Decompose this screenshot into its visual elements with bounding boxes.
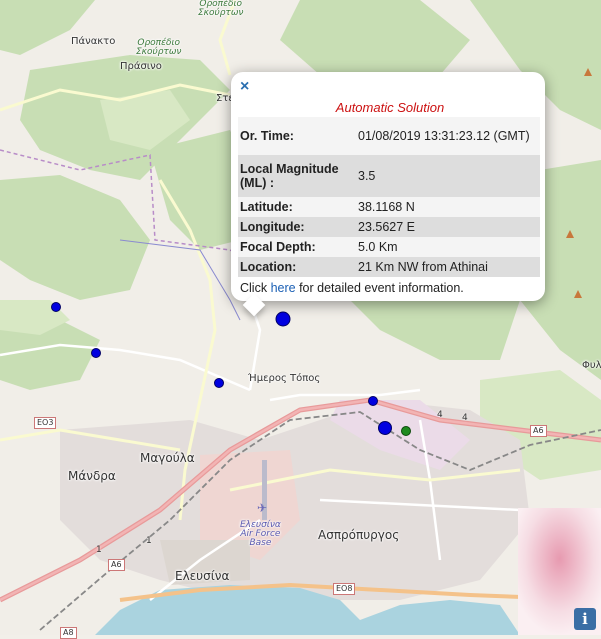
place-label-elefsina: Ελευσίνα [175, 569, 230, 583]
row-label: Focal Depth: [238, 237, 356, 257]
road-number: 1 [146, 536, 152, 546]
road-number: 1 [96, 545, 102, 555]
close-icon[interactable]: × [240, 79, 254, 95]
urban-areas [60, 400, 530, 600]
road-number: 4 [462, 413, 468, 423]
row-label: Latitude: [238, 197, 356, 217]
airport-icon: ✈ [257, 501, 267, 515]
row-value: 01/08/2019 13:31:23.12 (GMT) [356, 117, 540, 155]
row-value: 38.1168 N [356, 197, 540, 217]
event-marker[interactable] [91, 348, 101, 358]
road-shield-eo3: ΕΟ3 [34, 417, 57, 429]
road-shield-a6-left: Α6 [108, 559, 125, 571]
event-marker[interactable] [51, 302, 61, 312]
place-label-aspropyrgos: Ασπρόπυργος [318, 528, 400, 542]
station-marker[interactable] [401, 426, 411, 436]
footer-text-before: Click [240, 281, 271, 295]
place-label-air-base: Ελευσίνα Air Force Base [240, 520, 281, 548]
row-value: 23.5627 E [356, 217, 540, 237]
event-marker[interactable] [214, 378, 224, 388]
table-row: Local Magnitude (ML) : 3.5 [238, 155, 540, 197]
info-button[interactable]: i [574, 608, 596, 630]
table-row: Longitude: 23.5627 E [238, 217, 540, 237]
row-value: 21 Km NW from Athinai [356, 257, 540, 277]
place-label-mandra: Μάνδρα [68, 469, 116, 483]
selected-event-marker[interactable] [275, 311, 291, 327]
event-details-link[interactable]: here [271, 281, 296, 295]
road-shield-eo8: ΕΟ8 [333, 583, 356, 595]
row-label: Longitude: [238, 217, 356, 237]
event-info-table: Or. Time: 01/08/2019 13:31:23.12 (GMT) L… [238, 117, 540, 277]
event-marker[interactable] [378, 421, 392, 435]
table-row: Or. Time: 01/08/2019 13:31:23.12 (GMT) [238, 117, 540, 155]
road-number: 4 [437, 410, 443, 420]
place-label-prasino: Πράσινο [120, 61, 162, 72]
place-label-magoula: Μαγούλα [140, 451, 195, 465]
place-label-oropedio-skourton: Οροπέδιο Σκούρτων [136, 38, 182, 57]
road-shield-a6-right: Α6 [530, 425, 547, 437]
place-label-fyli: Φυλ [582, 360, 601, 371]
road-shield-a8: Α8 [60, 627, 77, 639]
popup-header: Automatic Solution [335, 100, 445, 115]
event-marker[interactable] [368, 396, 378, 406]
place-label-oropedio-skourton-top: Οροπέδιο Σκούρτων [198, 0, 244, 18]
table-row: Location: 21 Km NW from Athinai [238, 257, 540, 277]
popup-footer: Click here for detailed event informatio… [240, 281, 464, 295]
row-label: Local Magnitude (ML) : [238, 155, 356, 197]
row-value: 5.0 Km [356, 237, 540, 257]
place-label-panakto: Πάνακτο [71, 36, 116, 47]
footer-text-after: for detailed event information. [295, 281, 464, 295]
table-row: Focal Depth: 5.0 Km [238, 237, 540, 257]
row-value: 3.5 [356, 155, 540, 197]
table-row: Latitude: 38.1168 N [238, 197, 540, 217]
row-label: Location: [238, 257, 356, 277]
place-label-imeros-topos: Ήμερος Τόπος [248, 373, 321, 384]
row-label: Or. Time: [238, 117, 356, 155]
